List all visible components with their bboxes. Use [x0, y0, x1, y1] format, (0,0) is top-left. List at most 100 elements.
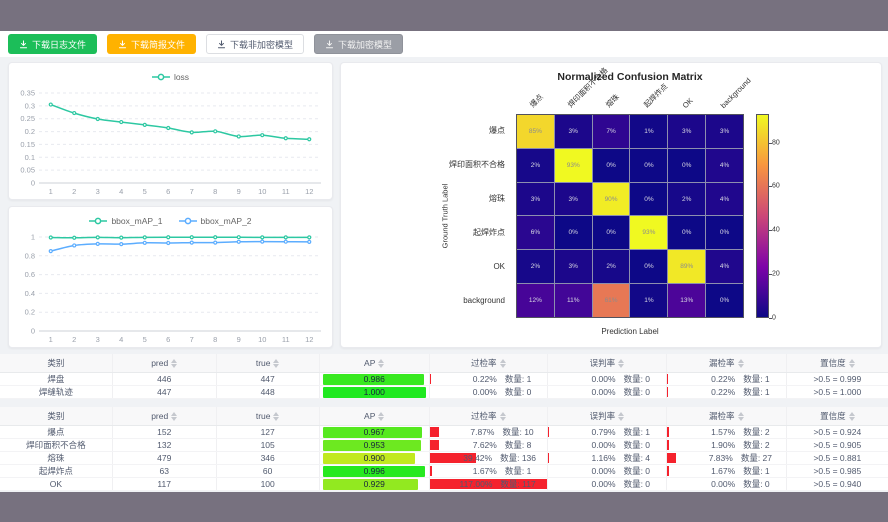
- confusion-cell: 0%: [630, 149, 667, 182]
- confusion-row-label: OK: [361, 250, 511, 284]
- svg-text:0.8: 0.8: [25, 251, 35, 260]
- cell-true: 60: [217, 465, 320, 477]
- sort-caret-icon[interactable]: [273, 359, 279, 368]
- rate-bar: [548, 453, 549, 463]
- sort-caret-icon[interactable]: [738, 359, 744, 368]
- download-report-button[interactable]: 下载简报文件: [107, 34, 196, 54]
- colorbar-tick-label: 60: [772, 183, 780, 190]
- sort-caret-icon[interactable]: [500, 359, 506, 368]
- header-cell-misjudge-rate[interactable]: 误判率: [548, 354, 667, 372]
- legend-item-bbox_mAP_2[interactable]: bbox_mAP_2: [179, 216, 252, 226]
- header-cell-true[interactable]: true: [217, 407, 320, 425]
- rate-bar: [667, 374, 668, 384]
- confusion-cell: 0%: [668, 149, 705, 182]
- rate-value: 0.79%: [564, 427, 616, 437]
- svg-text:3: 3: [96, 187, 100, 196]
- confusion-cell: 0%: [668, 216, 705, 249]
- confusion-cell: 0%: [593, 216, 630, 249]
- loss-chart: 00.050.10.150.20.250.30.3512345678910111…: [9, 87, 332, 199]
- table-row: 焊盘4464470.9860.22%数量: 10.00%数量: 00.22%数量…: [0, 373, 888, 386]
- svg-text:0.4: 0.4: [25, 289, 35, 298]
- sort-caret-icon[interactable]: [378, 412, 384, 421]
- confusion-cell: 7%: [593, 115, 630, 148]
- svg-text:10: 10: [258, 335, 266, 344]
- colorbar-tick-label: 0: [772, 315, 776, 322]
- sort-caret-icon[interactable]: [378, 359, 384, 368]
- sort-caret-icon[interactable]: [500, 412, 506, 421]
- header-cell-confidence[interactable]: 置信度: [787, 407, 888, 425]
- confusion-row-label: 焊印面积不合格: [361, 148, 511, 182]
- table-row: OK1171000.929117.00%数量: 1170.00%数量: 00.0…: [0, 478, 888, 491]
- button-label: 下载非加密模型: [230, 38, 293, 51]
- header-cell-pred[interactable]: pred: [113, 407, 217, 425]
- header-cell-ap[interactable]: AP: [320, 354, 430, 372]
- download-plain-model-button[interactable]: 下载非加密模型: [206, 34, 304, 54]
- table-header: 类别predtrueAP过检率误判率漏检率置信度: [0, 354, 888, 373]
- download-icon: [325, 40, 334, 49]
- sort-caret-icon[interactable]: [618, 359, 624, 368]
- cell-confidence: >0.5 = 0.940: [787, 478, 888, 490]
- header-cell-over-rate[interactable]: 过检率: [430, 354, 548, 372]
- header-cell-miss-rate[interactable]: 漏检率: [667, 407, 787, 425]
- confusion-cell: 6%: [517, 216, 554, 249]
- svg-text:5: 5: [143, 187, 147, 196]
- svg-text:8: 8: [213, 335, 217, 344]
- colorbar-tick-label: 40: [772, 227, 780, 234]
- confusion-cell: 0%: [706, 216, 743, 249]
- svg-text:6: 6: [166, 335, 170, 344]
- header-cell-ap[interactable]: AP: [320, 407, 430, 425]
- legend-item-bbox_mAP_1[interactable]: bbox_mAP_1: [89, 216, 162, 226]
- rate-count: 数量: 4: [624, 452, 650, 464]
- confusion-cell: 85%: [517, 115, 554, 148]
- confusion-cell: 0%: [593, 149, 630, 182]
- header-label: AP: [364, 358, 375, 368]
- legend-item-loss[interactable]: loss: [152, 72, 189, 82]
- header-cell-misjudge-rate[interactable]: 误判率: [548, 407, 667, 425]
- table-row: 爆点1521270.9677.87%数量: 100.79%数量: 11.57%数…: [0, 426, 888, 439]
- sort-caret-icon[interactable]: [849, 412, 855, 421]
- sort-caret-icon[interactable]: [849, 359, 855, 368]
- cell-miss-rate: 0.22%数量: 1: [667, 386, 787, 398]
- header-cell-confidence[interactable]: 置信度: [787, 354, 888, 372]
- confusion-cell: 12%: [517, 284, 554, 317]
- svg-text:11: 11: [282, 335, 290, 344]
- cell-confidence: >0.5 = 0.999: [787, 373, 888, 385]
- confusion-cell: 0%: [706, 284, 743, 317]
- rate-value: 0.00%: [564, 479, 616, 489]
- confusion-cell: 3%: [555, 250, 592, 283]
- header-cell-miss-rate[interactable]: 漏检率: [667, 354, 787, 372]
- rate-bar: [667, 387, 668, 397]
- button-label: 下载加密模型: [338, 38, 392, 51]
- sort-caret-icon[interactable]: [618, 412, 624, 421]
- confusion-cell: 61%: [593, 284, 630, 317]
- confusion-cell: 2%: [517, 149, 554, 182]
- header-label: 漏检率: [709, 410, 735, 422]
- cell-over-rate: 1.67% 数量: 1: [430, 465, 548, 477]
- sort-caret-icon[interactable]: [171, 359, 177, 368]
- sort-caret-icon[interactable]: [273, 412, 279, 421]
- header-cell-true[interactable]: true: [217, 354, 320, 372]
- header-label: 过检率: [471, 410, 497, 422]
- header-cell-pred[interactable]: pred: [113, 354, 217, 372]
- sort-caret-icon[interactable]: [171, 412, 177, 421]
- svg-text:6: 6: [166, 187, 170, 196]
- svg-text:0.1: 0.1: [25, 153, 35, 162]
- download-log-button[interactable]: 下载日志文件: [8, 34, 97, 54]
- cell-misjudge-rate: 0.79%数量: 1: [548, 426, 667, 438]
- rate-count: 数量: 0: [505, 386, 531, 398]
- confusion-cell: 1%: [630, 284, 667, 317]
- header-cell-over-rate[interactable]: 过检率: [430, 407, 548, 425]
- metrics-section: 类别predtrueAP过检率误判率漏检率置信度焊盘4464470.9860.2…: [0, 350, 888, 492]
- sort-caret-icon[interactable]: [738, 412, 744, 421]
- cell-ap: 0.953: [320, 439, 430, 451]
- header-label: 置信度: [820, 410, 846, 422]
- download-encrypted-model-button[interactable]: 下载加密模型: [314, 34, 403, 54]
- rate-value: 117.00%: [441, 479, 493, 489]
- rate-value: 1.67%: [445, 466, 497, 476]
- table-row: 起焊炸点63600.9961.67%数量: 10.00%数量: 01.67%数量…: [0, 465, 888, 478]
- rate-count: 数量: 1: [505, 465, 531, 477]
- confusion-cell: 13%: [668, 284, 705, 317]
- header-label: pred: [151, 411, 168, 421]
- cell-pred: 479: [113, 452, 217, 464]
- confusion-cell: 1%: [630, 115, 667, 148]
